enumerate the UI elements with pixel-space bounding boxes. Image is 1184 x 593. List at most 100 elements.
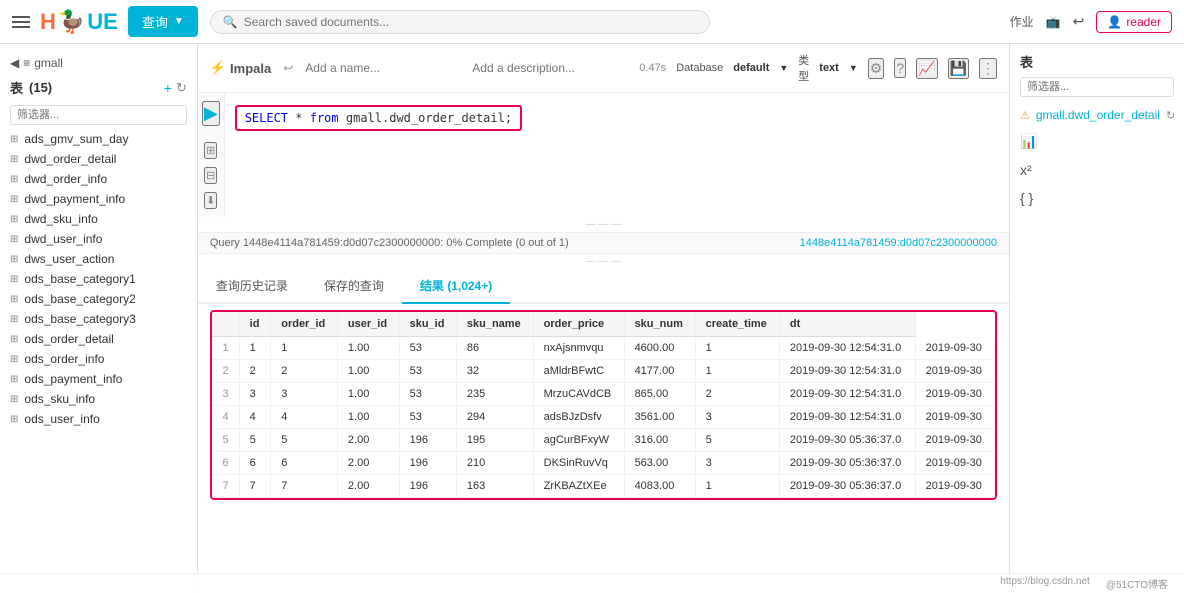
more-toolbar-icon[interactable]: ⋮: [979, 58, 997, 79]
table-cell: 4600.00: [624, 337, 695, 360]
editor-name-input[interactable]: [305, 61, 460, 75]
col-header-user_id: user_id: [337, 312, 399, 337]
add-table-button[interactable]: +: [164, 80, 172, 96]
copy-icon[interactable]: ⊟: [204, 167, 217, 184]
sidebar-item[interactable]: ⊞ ods_base_category3: [0, 309, 197, 329]
settings-toolbar-icon[interactable]: ⚙: [868, 58, 885, 79]
table-cell: 2019-09-30: [915, 406, 994, 429]
logo-duck: 🦆: [58, 9, 85, 35]
editor-code-area[interactable]: SELECT * from gmall.dwd_order_detail;: [225, 93, 1009, 217]
sidebar-item[interactable]: ⊞ ods_order_info: [0, 349, 197, 369]
impala-tag: ⚡ Impala: [210, 60, 271, 76]
editor-toolbar: ⚡ Impala ↩ 0.47s Database default ▼ 类型 t…: [198, 44, 1009, 93]
query-status-bar: Query 1448e4114a781459:d0d07c2300000000:…: [198, 232, 1009, 254]
format-icon[interactable]: ⊞: [204, 142, 217, 159]
sidebar-item[interactable]: ⊞ dwd_order_info: [0, 169, 197, 189]
sidebar-back[interactable]: ◀ ≡ gmall: [0, 52, 197, 74]
table-row[interactable]: 2221.005332aMldrBFwtC4177.0012019-09-30 …: [212, 360, 995, 383]
sidebar-item[interactable]: ⊞ ods_order_detail: [0, 329, 197, 349]
col-header-sku_id: sku_id: [399, 312, 456, 337]
footer-link1: https://blog.csdn.net: [1000, 576, 1090, 591]
table-cell: 4083.00: [624, 475, 695, 498]
sidebar-section-left: 表 (15): [10, 78, 52, 97]
table-cell: 316.00: [624, 429, 695, 452]
right-code-icon[interactable]: { }: [1020, 188, 1174, 208]
right-panel-icons: 📊 x² { }: [1020, 131, 1174, 208]
table-row[interactable]: 3331.0053235MrzuCAVdCB865.0022019-09-30 …: [212, 383, 995, 406]
table-icon: ⊞: [10, 394, 18, 405]
refresh-tables-button[interactable]: ↻: [176, 80, 187, 96]
table-row[interactable]: 6662.00196210DKSinRuvVq563.0032019-09-30…: [212, 452, 995, 475]
type-value: text: [819, 62, 839, 74]
right-table-item[interactable]: ⚠ gmall.dwd_order_detail ↻: [1020, 105, 1174, 125]
sql-code-block[interactable]: SELECT * from gmall.dwd_order_detail;: [235, 105, 522, 131]
sidebar-item[interactable]: ⊞ dws_user_action: [0, 249, 197, 269]
editor-desc-input[interactable]: [472, 61, 627, 75]
tab-1[interactable]: 保存的查询: [306, 269, 402, 304]
table-cell: nxAjsnmvqu: [533, 337, 624, 360]
table-cell: 2019-09-30 05:36:37.0: [779, 429, 915, 452]
tab-2[interactable]: 结果 (1,024+): [402, 269, 510, 304]
undo-button[interactable]: ↩: [1073, 13, 1085, 30]
table-cell: 3: [239, 383, 271, 406]
table-cell: 2.00: [337, 475, 399, 498]
search-icon: 🔍: [223, 15, 238, 29]
sidebar-item[interactable]: ⊞ dwd_payment_info: [0, 189, 197, 209]
sidebar-filter-input[interactable]: [10, 105, 187, 125]
row-num: 6: [212, 452, 239, 475]
table-cell: 53: [399, 406, 456, 429]
hamburger-icon[interactable]: [12, 16, 30, 28]
chart-toolbar-icon[interactable]: 📈: [916, 58, 937, 79]
sidebar-item[interactable]: ⊞ dwd_sku_info: [0, 209, 197, 229]
user-button[interactable]: 👤 reader: [1096, 11, 1172, 33]
results-area[interactable]: idorder_iduser_idsku_idsku_nameorder_pri…: [198, 304, 1009, 593]
sidebar-item[interactable]: ⊞ ads_gmv_sum_day: [0, 129, 197, 149]
table-row[interactable]: 5552.00196195agCurBFxyW316.0052019-09-30…: [212, 429, 995, 452]
refresh-right-item[interactable]: ↻: [1166, 109, 1175, 122]
results-table-scroll[interactable]: idorder_iduser_idsku_idsku_nameorder_pri…: [212, 312, 995, 498]
right-filter-input[interactable]: [1020, 77, 1174, 97]
col-header-create_time: create_time: [695, 312, 779, 337]
table-cell: 2.00: [337, 429, 399, 452]
table-cell: 53: [399, 383, 456, 406]
query-time: 0.47s: [639, 62, 666, 74]
sql-select: SELECT: [245, 111, 288, 125]
sidebar-item[interactable]: ⊞ ods_base_category2: [0, 289, 197, 309]
sidebar-item[interactable]: ⊞ ods_base_category1: [0, 269, 197, 289]
sidebar-item[interactable]: ⊞ ods_sku_info: [0, 389, 197, 409]
table-count: (15): [29, 80, 52, 95]
table-cell: 1.00: [337, 337, 399, 360]
table-row[interactable]: 4441.0053294adsBJzDsfv3561.0032019-09-30…: [212, 406, 995, 429]
navbar-left: H 🦆 UE 查询 ▼: [12, 6, 198, 37]
table-cell: 294: [456, 406, 533, 429]
sidebar-item[interactable]: ⊞ dwd_user_info: [0, 229, 197, 249]
search-bar[interactable]: 🔍: [210, 10, 710, 34]
right-chart-icon[interactable]: 📊: [1020, 131, 1174, 152]
table-cell: 2019-09-30 12:54:31.0: [779, 337, 915, 360]
row-num: 2: [212, 360, 239, 383]
table-row[interactable]: 1111.005386nxAjsnmvqu4600.0012019-09-30 …: [212, 337, 995, 360]
sidebar-item[interactable]: ⊞ dwd_order_detail: [0, 149, 197, 169]
sql-star: *: [295, 111, 309, 125]
search-input[interactable]: [244, 15, 697, 29]
sidebar-item[interactable]: ⊞ ods_user_info: [0, 409, 197, 429]
query-button[interactable]: 查询 ▼: [128, 6, 198, 37]
run-query-button[interactable]: ▶: [202, 101, 220, 126]
help-toolbar-icon[interactable]: ?: [894, 58, 906, 78]
table-row[interactable]: 7772.00196163ZrKBAZtXEe4083.0012019-09-3…: [212, 475, 995, 498]
tab-0[interactable]: 查询历史记录: [198, 269, 306, 304]
db-value: default: [733, 62, 769, 74]
sidebar-item[interactable]: ⊞ ods_payment_info: [0, 369, 197, 389]
query-id-link[interactable]: 1448e4114a781459:d0d07c2300000000: [800, 237, 997, 249]
sidebar-filter[interactable]: [0, 101, 197, 129]
download-icon[interactable]: ⬇: [204, 192, 217, 209]
table-cell: 4: [271, 406, 338, 429]
right-formula-icon[interactable]: x²: [1020, 160, 1174, 180]
table-cell: 2019-09-30: [915, 452, 994, 475]
table-cell: 563.00: [624, 452, 695, 475]
sidebar-item-label: dws_user_action: [24, 252, 114, 266]
undo-editor-icon[interactable]: ↩: [283, 61, 293, 75]
right-filter[interactable]: [1020, 77, 1174, 105]
save-toolbar-icon[interactable]: 💾: [948, 58, 969, 79]
table-cell: 2019-09-30 12:54:31.0: [779, 406, 915, 429]
